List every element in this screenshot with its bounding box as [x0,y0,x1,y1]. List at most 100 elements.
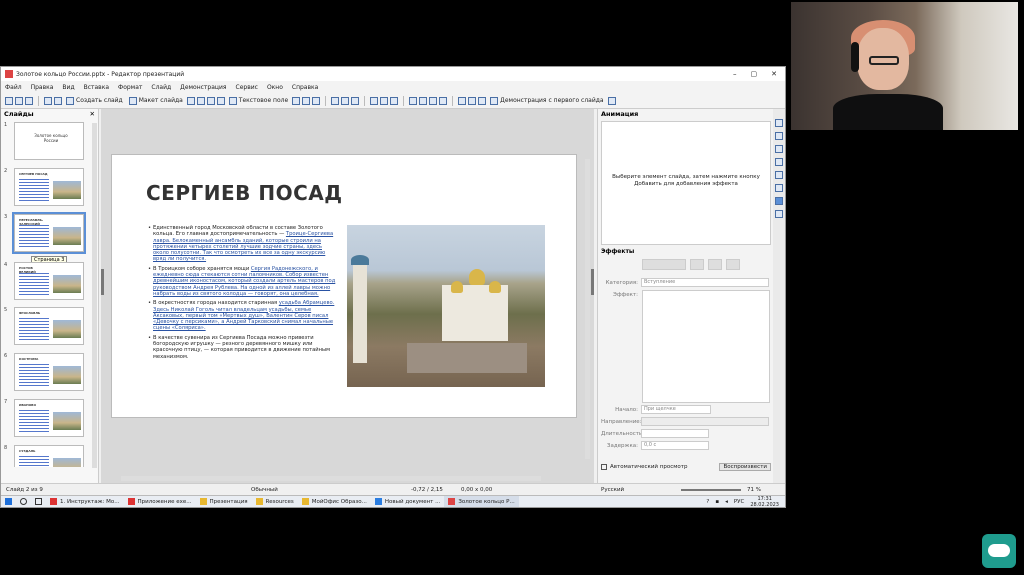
effect-list[interactable] [642,290,770,403]
volume-icon[interactable]: ◂ [725,499,728,505]
animation-list[interactable]: Выберите элемент слайда, затем нажмите к… [601,121,771,245]
slide-thumbnail[interactable]: ИВАНОВО [14,399,84,437]
taskbar-item-active[interactable]: Золотое кольцо Р... [444,496,519,507]
taskbar-item[interactable]: Презентация [196,496,252,507]
play-button[interactable]: Воспроизвести [719,463,771,471]
shapes-icon[interactable] [775,171,783,179]
navigator-icon[interactable] [775,158,783,166]
redo-icon[interactable] [25,96,33,105]
line-icon[interactable] [292,96,301,105]
shapes-icon[interactable] [370,96,379,105]
undo-icon[interactable] [15,96,23,105]
network-icon[interactable]: ▪ [715,499,719,505]
master-slides-icon[interactable] [775,210,783,218]
slide-thumbnail[interactable]: КОСТРОМА [14,353,84,391]
search-button[interactable] [16,496,31,507]
symbol-shapes-icon[interactable] [380,96,389,105]
gallery-icon[interactable] [775,145,783,153]
canvas-vscroll[interactable] [585,159,590,459]
chart-icon[interactable] [206,96,215,105]
clock[interactable]: 17:31 28.02.2023 [750,496,779,508]
slide-thumb-row[interactable]: 6 КОСТРОМА [4,353,89,391]
menu-view[interactable]: Вид [62,84,74,91]
save-icon[interactable] [5,96,13,105]
menu-edit[interactable]: Правка [31,84,54,91]
ellipse-icon[interactable] [312,96,321,105]
category-select[interactable]: Вступление [641,278,769,287]
move-down-button[interactable] [726,259,740,270]
remove-effect-button[interactable] [690,259,704,270]
slide-title[interactable]: СЕРГИЕВ ПОСАД [146,181,343,205]
image-icon[interactable] [196,96,205,105]
slide-thumbnail[interactable]: Золотое кольцо России [14,122,84,160]
slideshow-button[interactable]: Демонстрация с первого слайда [488,95,605,106]
lavra-photo[interactable] [347,225,545,387]
text-field-button[interactable]: Текстовое поле [227,95,290,106]
slide-thumbnail-selected[interactable]: ПЕРЕСЛАВЛЬ-ЗАЛЕССКИЙ [12,212,86,254]
zoom-slider[interactable] [681,488,741,491]
arrange-icon[interactable] [439,96,448,105]
shadow-icon[interactable] [468,96,477,105]
slide-thumbnail[interactable]: РОСТОВ ВЕЛИКИЙ [14,262,84,300]
menu-window[interactable]: Окно [267,84,283,91]
help-icon[interactable]: ? [706,499,709,505]
new-slide-button[interactable]: Создать слайд [64,95,125,106]
canvas-hscroll[interactable] [121,476,541,481]
crop-icon[interactable] [458,96,467,105]
menu-format[interactable]: Формат [118,84,142,91]
language[interactable]: Русский [601,487,681,493]
taskbar-item[interactable]: Новый документ ... [371,496,444,507]
properties-icon[interactable] [775,119,783,127]
slide-thumb-row[interactable]: 2 СЕРГИЕВ ПОСАД [4,168,89,206]
start-select[interactable]: При щелчке [641,405,711,414]
maximize-button[interactable]: ▢ [751,70,758,78]
slide-thumb-row[interactable]: 8 СУЗДАЛЬ [4,445,89,467]
slide-thumbnail[interactable]: ЯРОСЛАВЛЬ [14,307,84,345]
minimize-button[interactable]: – [733,70,737,78]
menu-slide[interactable]: Слайд [151,84,171,91]
menu-tools[interactable]: Сервис [236,84,258,91]
taskbar-item[interactable]: 1. Инструктаж: Мо... [46,496,124,507]
taskbar-item[interactable]: МойОфис Образо... [298,496,371,507]
rectangle-icon[interactable] [302,96,311,105]
slide-thumb-row[interactable]: 4 РОСТОВ ВЕЛИКИЙ [4,262,89,300]
direction-select[interactable] [641,417,769,426]
slides-scrollbar[interactable] [92,123,97,468]
zoom-level[interactable]: 71 % [747,487,761,493]
keyboard-lang[interactable]: РУС [734,499,745,505]
close-panel-icon[interactable]: ✕ [90,110,95,120]
zoom-icon[interactable] [54,96,62,105]
slide[interactable]: СЕРГИЕВ ПОСАД Единственный город Московс… [111,154,577,418]
autopreview-checkbox[interactable] [601,464,607,470]
menu-slideshow[interactable]: Демонстрация [180,84,226,91]
cloud-app-icon[interactable] [982,534,1016,568]
menu-insert[interactable]: Вставка [84,84,109,91]
slide-thumbnail[interactable]: СЕРГИЕВ ПОСАД [14,168,84,206]
taskbar-item[interactable]: Приложение еxе... [124,496,196,507]
left-pane-handle[interactable] [101,269,104,295]
callouts-icon[interactable] [419,96,428,105]
connector-icon[interactable] [351,96,360,105]
styles-icon[interactable] [775,132,783,140]
slide-thumb-row[interactable]: 3 ПЕРЕСЛАВЛЬ-ЗАЛЕССКИЙ [4,212,89,254]
slide-thumb-row[interactable]: 7 ИВАНОВО [4,399,89,437]
curve-icon[interactable] [341,96,350,105]
menu-help[interactable]: Справка [292,84,318,91]
start-button[interactable] [1,496,16,507]
slide-thumbnail[interactable]: СУЗДАЛЬ [14,445,84,467]
menu-file[interactable]: Файл [5,84,22,91]
slide-thumb-row[interactable]: 5 ЯРОСЛАВЛЬ [4,307,89,345]
select-icon[interactable] [44,96,52,105]
table-icon[interactable] [186,96,195,105]
slide-thumb-row[interactable]: 1 Золотое кольцо России [4,122,89,160]
display-icon[interactable] [607,96,616,105]
taskbar-item[interactable]: Resources [252,496,298,507]
group-icon[interactable] [478,96,487,105]
add-effect-button[interactable] [642,259,686,270]
right-pane-handle[interactable] [591,269,594,295]
slide-layout-button[interactable]: Макет слайда [127,95,185,106]
align-icon[interactable] [429,96,438,105]
stars-icon[interactable] [409,96,418,105]
slide-text-box[interactable]: Единственный город Московской области в … [148,225,338,363]
slide-transition-icon[interactable] [775,184,783,192]
